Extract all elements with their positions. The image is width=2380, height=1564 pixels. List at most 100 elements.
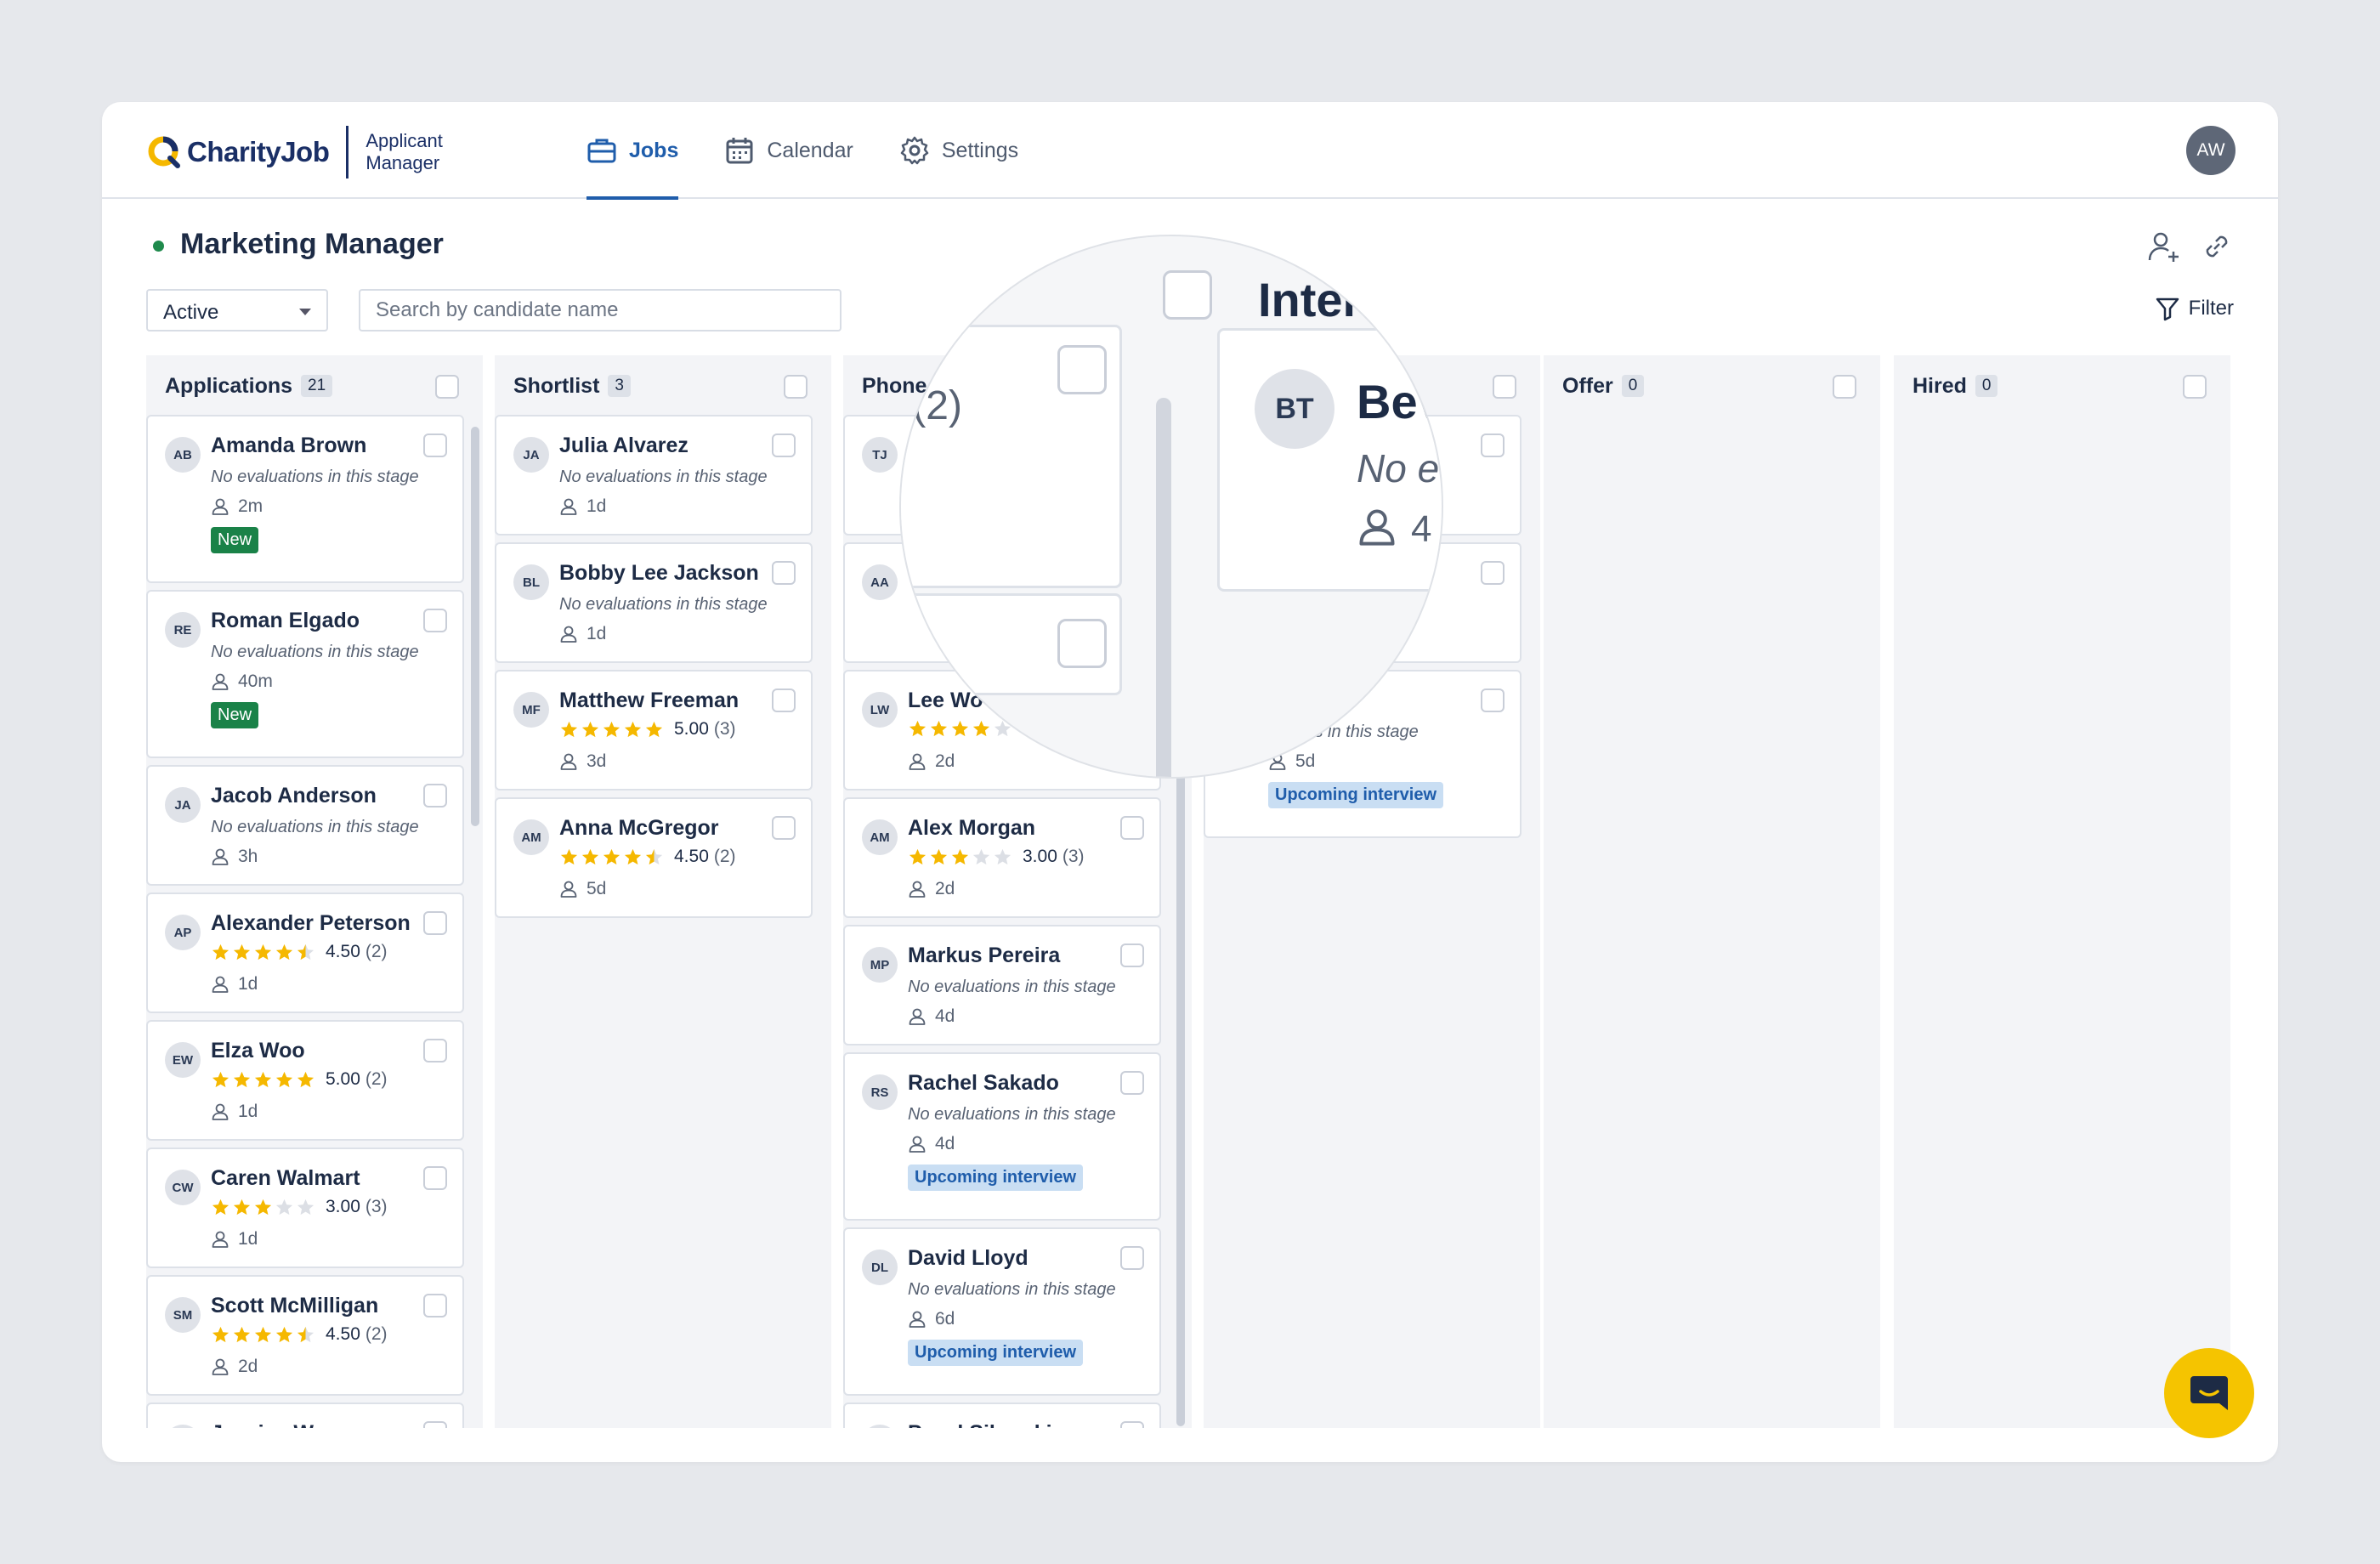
candidate-card[interactable]: MP Markus Pereira No evaluations in this s…: [843, 925, 1161, 1046]
person-icon: [212, 1231, 229, 1248]
candidate-checkbox[interactable]: [423, 1166, 447, 1190]
candidate-card[interactable]: AB Amanda Brown No evaluations in this sta…: [146, 415, 464, 583]
candidate-name: Elza Woo: [211, 1039, 305, 1062]
star-rating-icon: [908, 719, 1014, 739]
time-in-stage: 4d: [908, 1006, 955, 1027]
candidate-checkbox[interactable]: [423, 911, 447, 935]
new-badge: New: [211, 527, 259, 553]
column-header: Offer 0: [1544, 355, 1880, 416]
candidate-checkbox[interactable]: [423, 1294, 447, 1318]
candidate-checkbox[interactable]: [423, 434, 447, 457]
candidate-card[interactable]: AP Alexander Peterson 4.50 (2) 1d: [146, 892, 464, 1013]
rating-value: 4.50: [326, 942, 360, 961]
candidate-checkbox[interactable]: [1481, 688, 1504, 712]
status-dropdown-value: Active: [163, 301, 219, 324]
column-count-badge: 0: [1621, 375, 1645, 397]
candidate-checkbox[interactable]: [423, 609, 447, 632]
candidate-card[interactable]: RE Roman Elgado No evaluations in this sta…: [146, 590, 464, 758]
candidate-avatar: JW: [165, 1425, 201, 1428]
candidate-card[interactable]: CW Caren Walmart 3.00 (3) 1d: [146, 1148, 464, 1268]
candidate-card[interactable]: EW Elza Woo 5.00 (2) 1d: [146, 1020, 464, 1141]
time-in-stage: 2d: [211, 1357, 258, 1377]
user-avatar[interactable]: AW: [2186, 126, 2236, 175]
candidate-avatar: AP: [165, 915, 201, 950]
time-in-stage: 3d: [559, 751, 606, 772]
charityjob-logo[interactable]: CharityJob Applicant Manager: [146, 126, 459, 178]
candidate-checkbox[interactable]: [772, 561, 796, 585]
time-value: 3d: [586, 751, 607, 771]
evaluation-status: No evaluations in this stage: [211, 468, 419, 486]
time-in-stage: 4d: [908, 1134, 955, 1154]
column-header: Shortlist 3: [495, 355, 831, 416]
candidate-checkbox[interactable]: [1481, 434, 1504, 457]
candidate-avatar: LW: [862, 692, 898, 728]
select-all-checkbox[interactable]: [1493, 375, 1516, 399]
time-value: 4d: [935, 1006, 955, 1026]
link-icon[interactable]: [2200, 230, 2234, 264]
candidate-avatar: CW: [165, 1170, 201, 1205]
candidate-checkbox[interactable]: [772, 688, 796, 712]
magnifier-overlay: Interv ) (2) BT Bev No e 4: [899, 235, 1443, 779]
zoomed-candidate-name: Bev: [1357, 375, 1443, 428]
candidate-card[interactable]: JW Jessica Waren: [146, 1402, 464, 1428]
status-dropdown[interactable]: Active: [146, 289, 328, 332]
candidate-card[interactable]: JA Julia Alvarez No evaluations in this st…: [495, 415, 813, 536]
candidate-rating: 3.00 (3): [908, 847, 1085, 867]
candidate-card[interactable]: BL Bobby Lee Jackson No evaluations in thi…: [495, 542, 813, 663]
candidate-rating: 5.00 (3): [559, 719, 736, 740]
chat-launcher-button[interactable]: [2164, 1348, 2254, 1438]
candidate-checkbox[interactable]: [423, 1039, 447, 1062]
product-name: Applicant Manager: [366, 130, 443, 173]
candidate-rating: 5.00 (2): [211, 1069, 388, 1090]
column-title: Offer: [1562, 373, 1613, 398]
nav-calendar[interactable]: Calendar: [724, 102, 853, 199]
candidate-checkbox[interactable]: [772, 816, 796, 840]
filter-button[interactable]: Filter: [2155, 296, 2234, 321]
time-in-stage: 1d: [559, 624, 606, 644]
rating-count: (3): [365, 1197, 388, 1216]
nav-jobs[interactable]: Jobs: [586, 102, 679, 200]
logo-divider: [346, 126, 349, 178]
candidate-card[interactable]: PS Pavel Sikorski: [843, 1402, 1161, 1428]
candidate-checkbox[interactable]: [1120, 816, 1144, 840]
time-value: 5d: [1295, 751, 1316, 771]
candidate-avatar: TJ: [862, 437, 898, 473]
add-candidate-icon[interactable]: [2147, 230, 2181, 264]
candidate-search-input[interactable]: [359, 289, 842, 332]
person-icon: [1359, 509, 1395, 546]
select-all-checkbox[interactable]: [784, 375, 808, 399]
candidate-checkbox[interactable]: [772, 434, 796, 457]
candidate-card[interactable]: JA Jacob Anderson No evaluations in this s…: [146, 765, 464, 886]
candidate-card[interactable]: AM Anna McGregor 4.50 (2) 5d: [495, 797, 813, 918]
candidate-card[interactable]: AM Alex Morgan 3.00 (3) 2d: [843, 797, 1161, 918]
zoomed-eval-text: No e: [1357, 446, 1440, 490]
candidate-checkbox[interactable]: [1481, 561, 1504, 585]
select-all-checkbox[interactable]: [1833, 375, 1856, 399]
candidate-avatar: AB: [165, 437, 201, 473]
upcoming-interview-badge: Upcoming interview: [908, 1164, 1084, 1191]
nav-settings[interactable]: Settings: [899, 102, 1018, 199]
time-value: 2m: [238, 496, 264, 516]
time-value: 2d: [238, 1357, 258, 1376]
candidate-avatar: EW: [165, 1042, 201, 1078]
time-value: 40m: [238, 672, 273, 691]
candidate-checkbox[interactable]: [423, 1421, 447, 1428]
candidate-checkbox[interactable]: [1120, 1246, 1144, 1270]
column-header: Hired 0: [1894, 355, 2230, 416]
candidate-card[interactable]: DL David Lloyd No evaluations in this stag…: [843, 1227, 1161, 1396]
column-scrollbar[interactable]: [471, 427, 479, 826]
candidate-checkbox[interactable]: [1120, 1421, 1144, 1428]
time-in-stage: 1d: [211, 974, 258, 994]
candidate-card[interactable]: MF Matthew Freeman 5.00 (3) 3d: [495, 670, 813, 790]
candidate-card[interactable]: RS Rachel Sakado No evaluations in this st…: [843, 1052, 1161, 1221]
candidate-card[interactable]: SM Scott McMilligan 4.50 (2) 2d: [146, 1275, 464, 1396]
time-in-stage: 2d: [908, 879, 955, 899]
time-in-stage: 1d: [211, 1229, 258, 1250]
select-all-checkbox[interactable]: [2183, 375, 2207, 399]
column-title: Hired: [1912, 373, 1967, 398]
candidate-checkbox[interactable]: [1120, 1071, 1144, 1095]
select-all-checkbox[interactable]: [435, 375, 459, 399]
candidate-checkbox[interactable]: [423, 784, 447, 808]
time-value: 3h: [238, 847, 258, 866]
candidate-checkbox[interactable]: [1120, 944, 1144, 967]
